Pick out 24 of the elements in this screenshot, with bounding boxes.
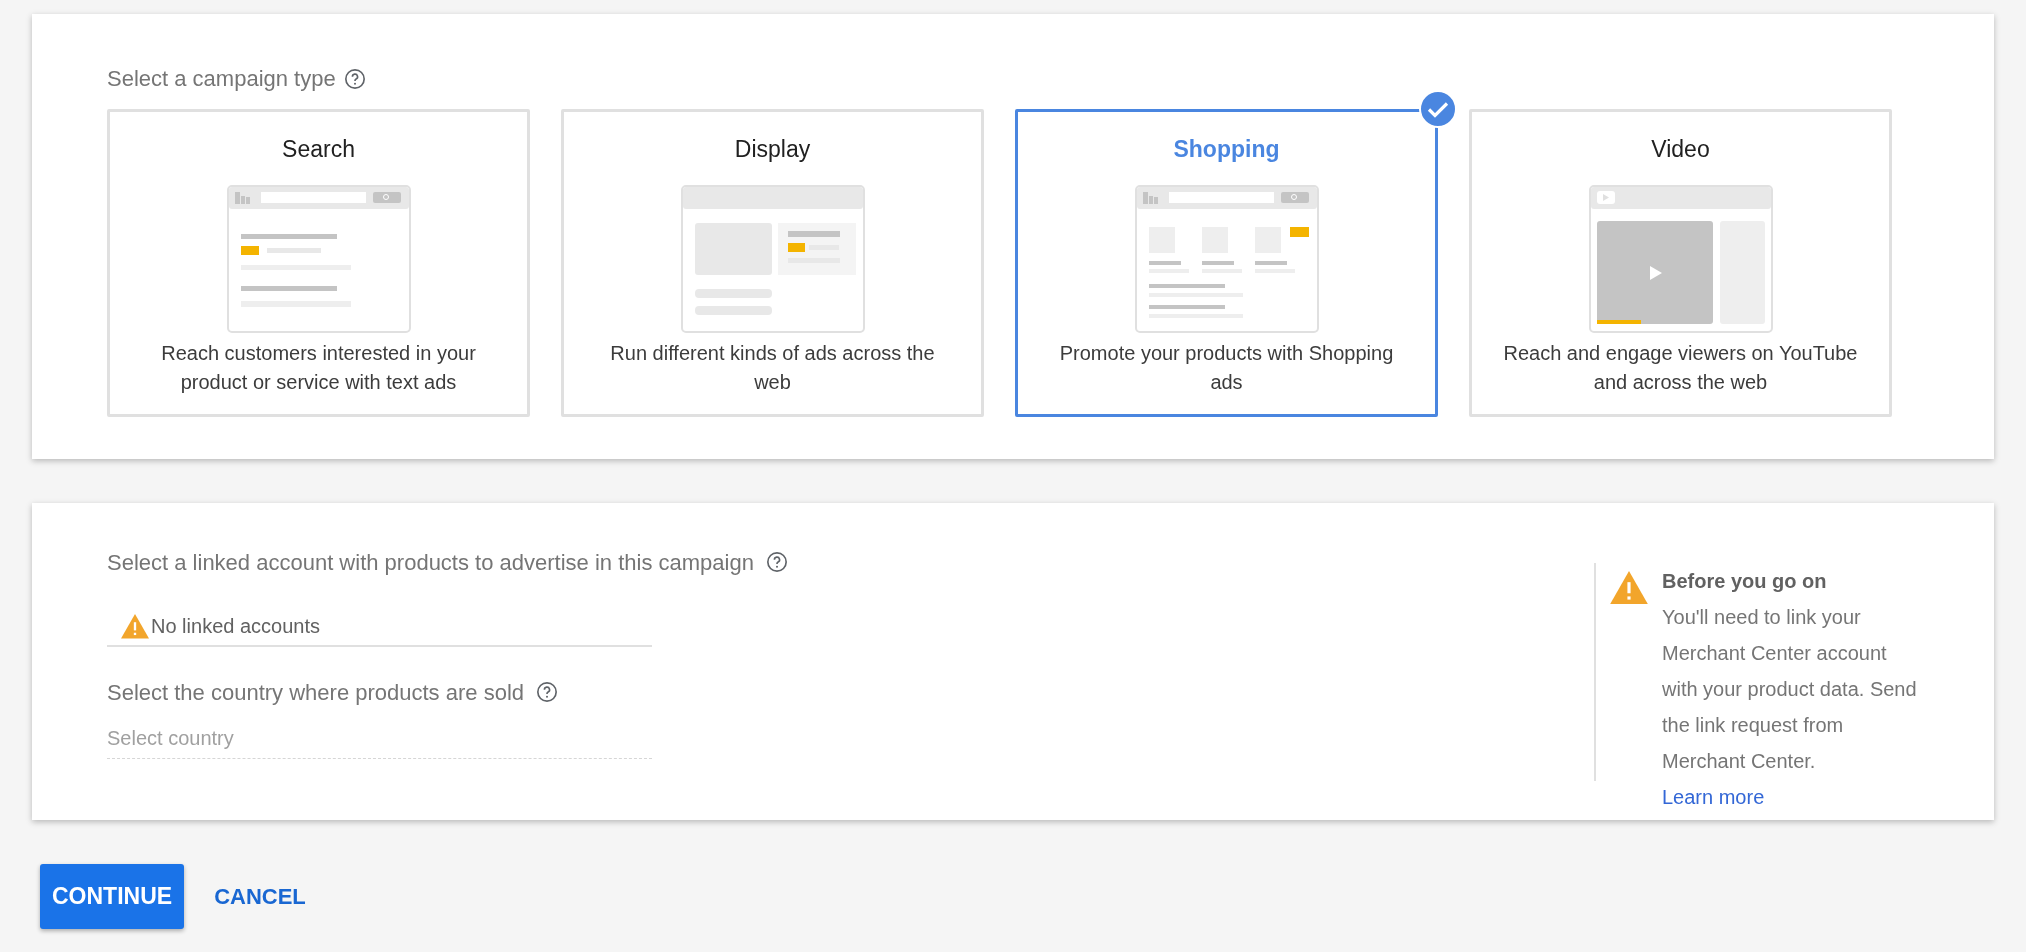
field-label: Select the country where products are sold: [107, 678, 524, 707]
help-icon[interactable]: [343, 67, 366, 90]
field-label: Select a linked account with products to advertise in this campaign: [107, 548, 754, 577]
warning-icon: [121, 614, 149, 639]
notice-text: You'll need to link your Merchant Center account with your product data. Send the link request from Merchant Center.: [1662, 605, 1918, 774]
help-icon[interactable]: [765, 551, 788, 573]
campaign-type-card[interactable]: Search Reach customers interested in your product or service with text ads: [107, 109, 530, 417]
notice-title: Before you go on: [1662, 569, 1828, 594]
card-description: Reach customers interested in your product or service with text ads: [160, 341, 477, 395]
card-description: Reach and engage viewers on YouTube and across the web: [1502, 341, 1859, 395]
account-select[interactable]: No linked accounts: [107, 607, 652, 647]
campaign-type-card[interactable]: Shopping Promote your products with Shopping ads: [1015, 109, 1438, 417]
continue-button[interactable]: CONTINUE: [40, 864, 185, 929]
card-description: Run different kinds of ads across the web: [609, 341, 936, 395]
check-icon: [1419, 90, 1457, 128]
warning-icon: [1610, 571, 1648, 605]
help-icon[interactable]: [536, 681, 558, 703]
section-label: Select a campaign type: [107, 65, 336, 93]
card-description: Promote your products with Shopping ads: [1058, 341, 1395, 395]
cancel-button[interactable]: CANCEL: [214, 864, 306, 929]
campaign-type-card[interactable]: Display Run different kinds of ads across the web: [561, 109, 984, 417]
country-select[interactable]: Select country: [107, 719, 652, 759]
learn-more-link[interactable]: Learn more: [1662, 779, 1922, 815]
campaign-type-card[interactable]: Video Reach and engage viewers on YouTube and across the web: [1469, 109, 1892, 417]
